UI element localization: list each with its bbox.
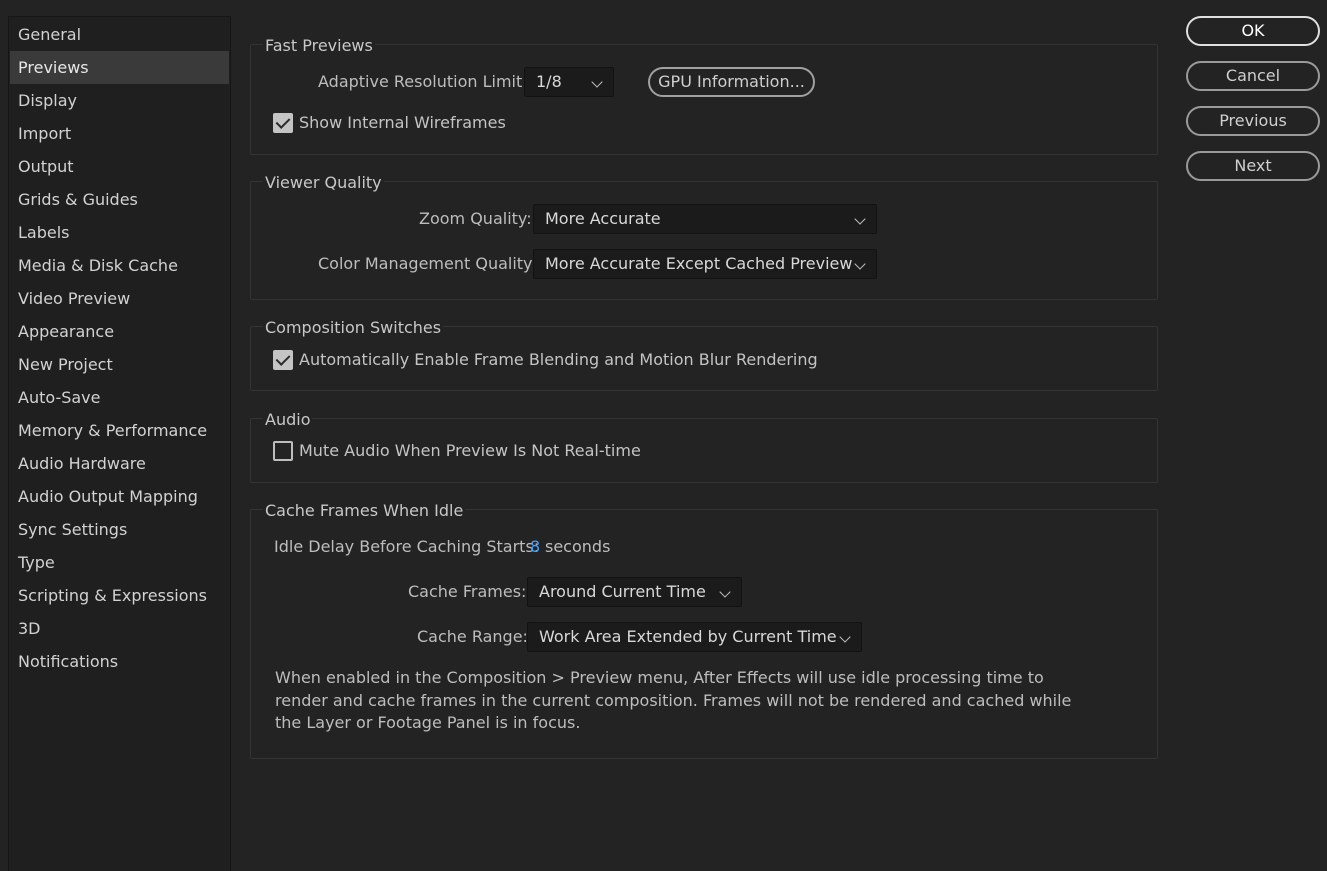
mute-audio-checkbox[interactable] — [273, 441, 293, 461]
cancel-button[interactable]: Cancel — [1186, 61, 1320, 91]
chevron-down-icon — [854, 213, 866, 225]
sidebar-item-new-project[interactable]: New Project — [10, 348, 229, 381]
mute-audio-label: Mute Audio When Preview Is Not Real-time — [299, 441, 641, 460]
sidebar-item-labels[interactable]: Labels — [10, 216, 229, 249]
frame-blending-checkbox[interactable] — [273, 350, 293, 370]
fast-previews-group — [250, 44, 1158, 155]
color-management-label: Color Management Quality: — [318, 254, 537, 273]
sidebar-item-grids-guides[interactable]: Grids & Guides — [10, 183, 229, 216]
adaptive-resolution-dropdown[interactable]: 1/8 — [524, 67, 614, 97]
cache-range-value: Work Area Extended by Current Time — [539, 627, 837, 646]
chevron-down-icon — [839, 631, 851, 643]
next-button[interactable]: Next — [1186, 151, 1320, 181]
cache-frames-value: Around Current Time — [539, 582, 706, 601]
idle-delay-value[interactable]: 8 — [530, 537, 540, 557]
sidebar-item-type[interactable]: Type — [10, 546, 229, 579]
gpu-information-button[interactable]: GPU Information... — [648, 67, 815, 97]
color-management-value: More Accurate Except Cached Preview — [545, 254, 853, 273]
sidebar-item-appearance[interactable]: Appearance — [10, 315, 229, 348]
chevron-down-icon — [719, 586, 731, 598]
chevron-down-icon — [591, 76, 603, 88]
sidebar-item-media-disk-cache[interactable]: Media & Disk Cache — [10, 249, 229, 282]
chevron-down-icon — [854, 258, 866, 270]
sidebar-item-video-preview[interactable]: Video Preview — [10, 282, 229, 315]
zoom-quality-value: More Accurate — [545, 209, 661, 228]
sidebar-item-auto-save[interactable]: Auto-Save — [10, 381, 229, 414]
cache-frames-dropdown[interactable]: Around Current Time — [527, 577, 742, 607]
color-management-dropdown[interactable]: More Accurate Except Cached Preview — [533, 249, 877, 279]
previous-button[interactable]: Previous — [1186, 106, 1320, 136]
sidebar-item-display[interactable]: Display — [10, 84, 229, 117]
sidebar-item-previews[interactable]: Previews — [10, 51, 229, 84]
viewer-quality-title: Viewer Quality — [263, 173, 384, 193]
sidebar-item-sync-settings[interactable]: Sync Settings — [10, 513, 229, 546]
sidebar-item-audio-hardware[interactable]: Audio Hardware — [10, 447, 229, 480]
sidebar-item-memory-performance[interactable]: Memory & Performance — [10, 414, 229, 447]
composition-switches-title: Composition Switches — [263, 318, 444, 338]
fast-previews-title: Fast Previews — [263, 36, 375, 56]
viewer-quality-group — [250, 181, 1158, 300]
cache-range-label: Cache Range: — [417, 627, 528, 646]
show-wireframes-label: Show Internal Wireframes — [299, 113, 506, 132]
idle-delay-unit: seconds — [545, 537, 611, 556]
cache-range-dropdown[interactable]: Work Area Extended by Current Time — [527, 622, 862, 652]
preferences-sidebar: General Previews Display Import Output G… — [8, 16, 231, 871]
cache-frames-label: Cache Frames: — [408, 582, 527, 601]
cache-description: When enabled in the Composition > Previe… — [275, 668, 1072, 732]
sidebar-item-scripting-expressions[interactable]: Scripting & Expressions — [10, 579, 229, 612]
sidebar-item-import[interactable]: Import — [10, 117, 229, 150]
show-wireframes-checkbox[interactable] — [273, 113, 293, 133]
sidebar-item-general[interactable]: General — [10, 18, 229, 51]
sidebar-item-notifications[interactable]: Notifications — [10, 645, 229, 678]
zoom-quality-dropdown[interactable]: More Accurate — [533, 204, 877, 234]
adaptive-resolution-value: 1/8 — [536, 72, 562, 91]
sidebar-item-audio-output-mapping[interactable]: Audio Output Mapping — [10, 480, 229, 513]
sidebar-item-3d[interactable]: 3D — [10, 612, 229, 645]
cache-frames-idle-title: Cache Frames When Idle — [263, 501, 466, 521]
sidebar-item-output[interactable]: Output — [10, 150, 229, 183]
frame-blending-label: Automatically Enable Frame Blending and … — [299, 350, 818, 369]
audio-title: Audio — [263, 410, 313, 430]
idle-delay-label: Idle Delay Before Caching Starts: — [274, 537, 540, 556]
adaptive-resolution-label: Adaptive Resolution Limit: — [318, 72, 528, 91]
ok-button[interactable]: OK — [1186, 16, 1320, 46]
zoom-quality-label: Zoom Quality: — [419, 209, 532, 228]
preferences-dialog: General Previews Display Import Output G… — [0, 0, 1327, 871]
